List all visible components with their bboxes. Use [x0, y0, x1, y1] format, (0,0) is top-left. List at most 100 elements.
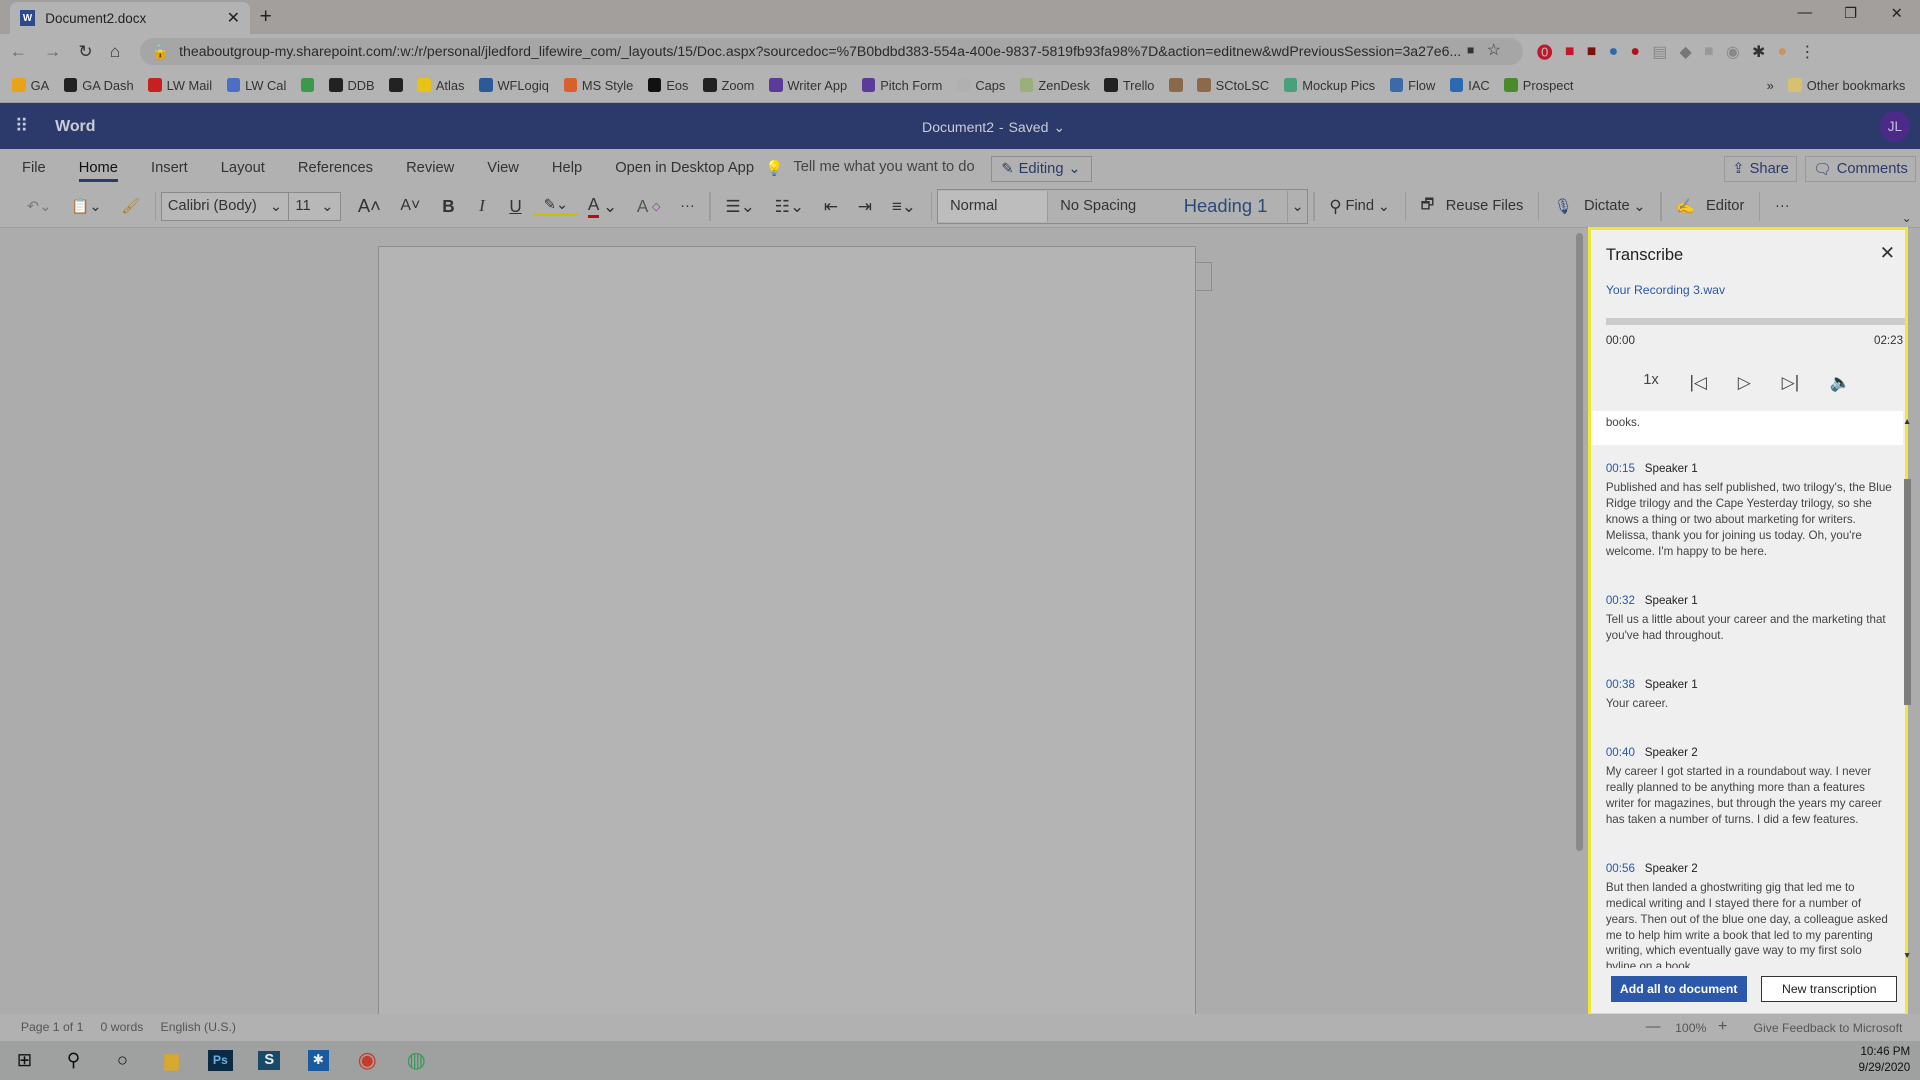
transcript-segment[interactable]: 00:38 Speaker 1 Your career. — [1591, 678, 1905, 712]
volume-icon[interactable]: 🔈 — [1830, 372, 1851, 393]
cortana-icon[interactable]: ○ — [98, 1041, 147, 1080]
url-field[interactable]: 🔒 theaboutgroup-my.sharepoint.com/:w:/r/… — [139, 37, 1524, 65]
collapse-ribbon-icon[interactable]: ⌄ — [1902, 211, 1912, 225]
tab-home[interactable]: Home — [78, 160, 118, 182]
new-transcription-button[interactable]: New transcription — [1761, 976, 1898, 1003]
minimize-icon[interactable]: — — [1798, 5, 1813, 21]
scroll-down-icon[interactable]: ▼ — [1903, 950, 1911, 960]
profile-icon[interactable]: ● — [1778, 43, 1788, 61]
share-button[interactable]: ⇪ Share — [1724, 155, 1798, 183]
transcript-segment[interactable]: 00:56 Speaker 2 But then landed a ghostwri… — [1591, 862, 1905, 968]
segment-speaker[interactable]: Speaker 2 — [1645, 862, 1698, 875]
highlight-icon[interactable]: ✎⌄ — [533, 196, 579, 217]
align-icon[interactable]: ≡⌄ — [882, 196, 926, 217]
transcript-segment[interactable]: 00:32 Speaker 1 Tell us a little about you… — [1591, 594, 1905, 644]
font-color-icon[interactable]: A ⌄ — [578, 194, 627, 219]
document-scrollbar[interactable] — [1575, 232, 1584, 851]
segment-timestamp[interactable]: 00:15 — [1606, 462, 1635, 475]
transcript-segment[interactable]: 00:40 Speaker 2 My career I got started in… — [1591, 746, 1905, 828]
tab-insert[interactable]: Insert — [151, 160, 188, 176]
restore-icon[interactable]: ❐ — [1844, 5, 1857, 22]
extension-icon[interactable]: ▤ — [1652, 42, 1667, 62]
browser-tab[interactable]: W Document2.docx ✕ — [9, 2, 250, 35]
document-page[interactable] — [378, 246, 1197, 1030]
extension-icon[interactable]: ◆ — [1680, 42, 1692, 62]
style-normal[interactable]: Normal — [937, 190, 1049, 223]
reuse-files-button[interactable]: 🗗 Reuse Files — [1411, 194, 1533, 219]
undo-button[interactable]: ↶⌄ — [17, 198, 61, 215]
segment-timestamp[interactable]: 00:38 — [1606, 678, 1635, 691]
style-heading-1[interactable]: Heading 1 — [1164, 191, 1286, 223]
bookmark-item[interactable]: Prospect — [1504, 78, 1573, 93]
bookmark-item[interactable] — [300, 78, 315, 92]
bookmark-item[interactable]: GA — [12, 78, 49, 93]
transcript-list[interactable]: 00:15 Speaker 1 Published and has self pub… — [1591, 447, 1905, 968]
bookmark-item[interactable]: Zoom — [703, 78, 754, 93]
doc-title-button[interactable]: Document2- Saved ⌄ — [922, 119, 1065, 136]
transcript-segment[interactable]: 00:15 Speaker 1 Published and has self pub… — [1591, 462, 1905, 560]
bookmark-item[interactable]: Mockup Pics — [1283, 78, 1375, 93]
star-icon[interactable]: ☆ — [1487, 40, 1501, 60]
bookmark-item[interactable]: MS Style — [563, 78, 633, 93]
search-icon[interactable]: ⚲ — [49, 1041, 98, 1080]
numbering-icon[interactable]: ☷⌄ — [765, 196, 814, 217]
pinterest-icon[interactable]: ⓿ — [1537, 40, 1553, 63]
more-options-button[interactable]: ··· — [1765, 198, 1799, 214]
bookmark-item[interactable]: ZenDesk — [1020, 78, 1090, 93]
flipboard-icon[interactable]: ■ — [1565, 43, 1575, 61]
segment-timestamp[interactable]: 00:40 — [1606, 746, 1635, 759]
app-launcher-icon[interactable]: ⠿ — [15, 115, 28, 137]
segment-timestamp[interactable]: 00:56 — [1606, 862, 1635, 875]
tab-open-in-desktop-app[interactable]: Open in Desktop App — [615, 160, 754, 176]
increase-indent-icon[interactable]: ⇥ — [848, 196, 882, 217]
snagit-icon[interactable]: S — [245, 1041, 294, 1080]
bookmark-item[interactable]: Trello — [1104, 78, 1154, 93]
shrink-font-icon[interactable]: A˅ — [391, 197, 430, 215]
bookmark-item[interactable]: Pitch Form — [861, 78, 942, 93]
bookmark-item[interactable]: DDB — [329, 78, 375, 93]
italic-icon[interactable]: I — [467, 196, 497, 216]
bookmark-item[interactable] — [389, 78, 403, 92]
format-painter-icon[interactable]: 🖌 — [112, 197, 150, 215]
tab-review[interactable]: Review — [406, 160, 454, 176]
clear-formatting-icon[interactable]: A ◇ — [627, 196, 670, 217]
tell-me-search[interactable]: 💡 Tell me what you want to do — [765, 159, 974, 177]
bookmark-item[interactable]: LW Cal — [226, 78, 286, 93]
avatar[interactable]: JL — [1879, 111, 1911, 143]
extension-icon[interactable]: ● — [1630, 43, 1640, 61]
extension-icon[interactable]: ■ — [1704, 43, 1714, 61]
dictate-button[interactable]: 🎙 Dictate ⌄ — [1544, 197, 1655, 215]
slack-icon[interactable]: ✱ — [294, 1041, 343, 1080]
bookmark-item[interactable]: Flow — [1389, 78, 1435, 93]
bookmark-item[interactable]: Atlas — [417, 78, 464, 93]
app-icon[interactable]: ◍ — [392, 1041, 441, 1080]
playback-progress-slider[interactable] — [1605, 317, 1905, 326]
tab-file[interactable]: File — [22, 160, 46, 176]
bookmark-item[interactable]: IAC — [1449, 78, 1490, 93]
find-button[interactable]: ⚲ Find ⌄ — [1319, 196, 1399, 217]
add-all-to-document-button[interactable]: Add all to document — [1610, 976, 1747, 1003]
extension-icon[interactable]: ● — [1609, 43, 1619, 61]
editing-mode-button[interactable]: ✎ Editing ⌄ — [990, 155, 1092, 183]
other-bookmarks-folder[interactable]: Other bookmarks — [1788, 78, 1920, 93]
feedback-link[interactable]: Give Feedback to Microsoft — [1753, 1021, 1902, 1035]
segment-speaker[interactable]: Speaker 1 — [1645, 678, 1698, 691]
transcript-scrollbar[interactable]: ▲ ▼ — [1903, 411, 1913, 960]
bookmark-item[interactable]: Eos — [647, 78, 688, 93]
grow-font-icon[interactable]: A˄ — [341, 195, 391, 217]
camera-icon[interactable]: ■ — [1467, 43, 1474, 57]
photoshop-icon[interactable]: Ps — [196, 1041, 245, 1080]
acrobat-icon[interactable]: ■ — [1587, 43, 1597, 61]
tab-view[interactable]: View — [487, 160, 519, 176]
bookmark-item[interactable]: Caps — [956, 78, 1005, 93]
file-explorer-icon[interactable]: ▆ — [147, 1041, 196, 1080]
playback-speed-button[interactable]: 1x — [1643, 372, 1659, 393]
skip-forward-icon[interactable]: ▷| — [1782, 372, 1800, 393]
editor-button[interactable]: ✍ Editor — [1666, 197, 1754, 215]
decrease-indent-icon[interactable]: ⇤ — [814, 196, 848, 217]
bookmark-item[interactable]: LW Mail — [148, 78, 212, 93]
bookmark-item[interactable]: GA Dash — [63, 78, 134, 93]
menu-icon[interactable]: ⋮ — [1799, 42, 1815, 62]
play-icon[interactable]: ▷ — [1738, 372, 1751, 393]
home-icon[interactable]: ⌂ — [110, 41, 120, 62]
